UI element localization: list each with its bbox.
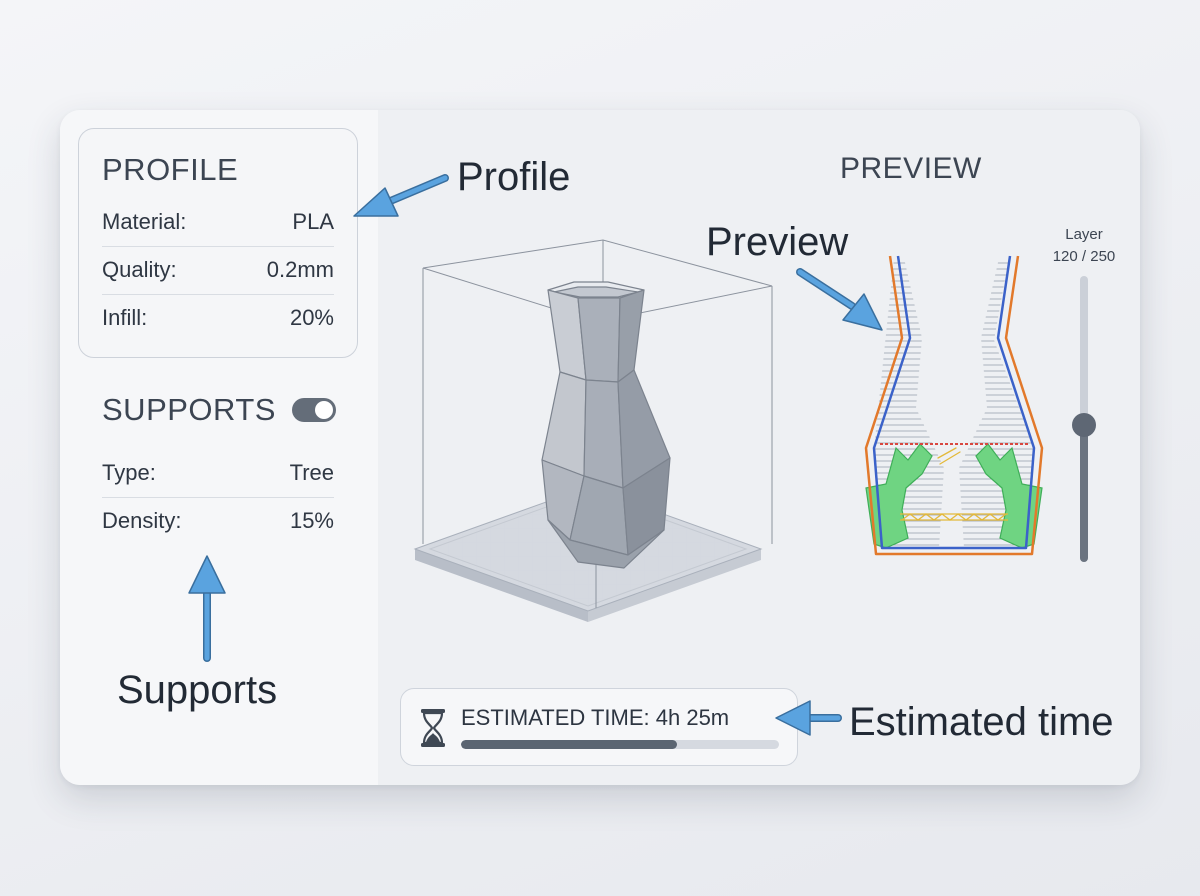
- arrow-to-supports: [188, 555, 226, 662]
- arrow-to-profile: [353, 174, 449, 217]
- annotation-arrows: [188, 174, 883, 736]
- arrow-to-estimated-time: [775, 700, 842, 736]
- callout-preview: Preview: [706, 220, 849, 264]
- callout-profile: Profile: [457, 155, 571, 199]
- callout-estimated-time: Estimated time: [849, 700, 1114, 744]
- callout-supports: Supports: [117, 668, 278, 712]
- arrow-to-preview: [796, 268, 883, 331]
